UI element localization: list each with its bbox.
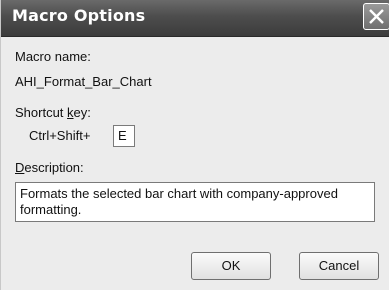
description-label: Description: bbox=[15, 160, 84, 175]
window-title: Macro Options bbox=[12, 6, 146, 25]
macro-name-label: Macro name: bbox=[15, 49, 91, 64]
cancel-button[interactable]: Cancel bbox=[299, 252, 379, 280]
shortcut-key-input[interactable]: E bbox=[113, 125, 135, 147]
description-textarea[interactable]: Formats the selected bar chart with comp… bbox=[15, 182, 375, 222]
macro-options-dialog: Macro Options Macro name: AHI_Format_Bar… bbox=[0, 0, 389, 290]
description-label-accelerator: D bbox=[15, 160, 25, 175]
close-button[interactable] bbox=[363, 3, 389, 30]
macro-name-value: AHI_Format_Bar_Chart bbox=[15, 74, 152, 89]
shortcut-modifier-text: Ctrl+Shift+ bbox=[29, 128, 91, 143]
close-icon bbox=[369, 9, 384, 24]
shortcut-key-label: Shortcut key: bbox=[15, 105, 91, 120]
shortcut-label-prefix: Shortcut bbox=[15, 105, 68, 120]
description-label-rest: escription: bbox=[24, 160, 84, 175]
shortcut-label-suffix: ey: bbox=[73, 105, 91, 120]
ok-button[interactable]: OK bbox=[191, 252, 271, 280]
title-bar[interactable]: Macro Options bbox=[1, 0, 389, 37]
